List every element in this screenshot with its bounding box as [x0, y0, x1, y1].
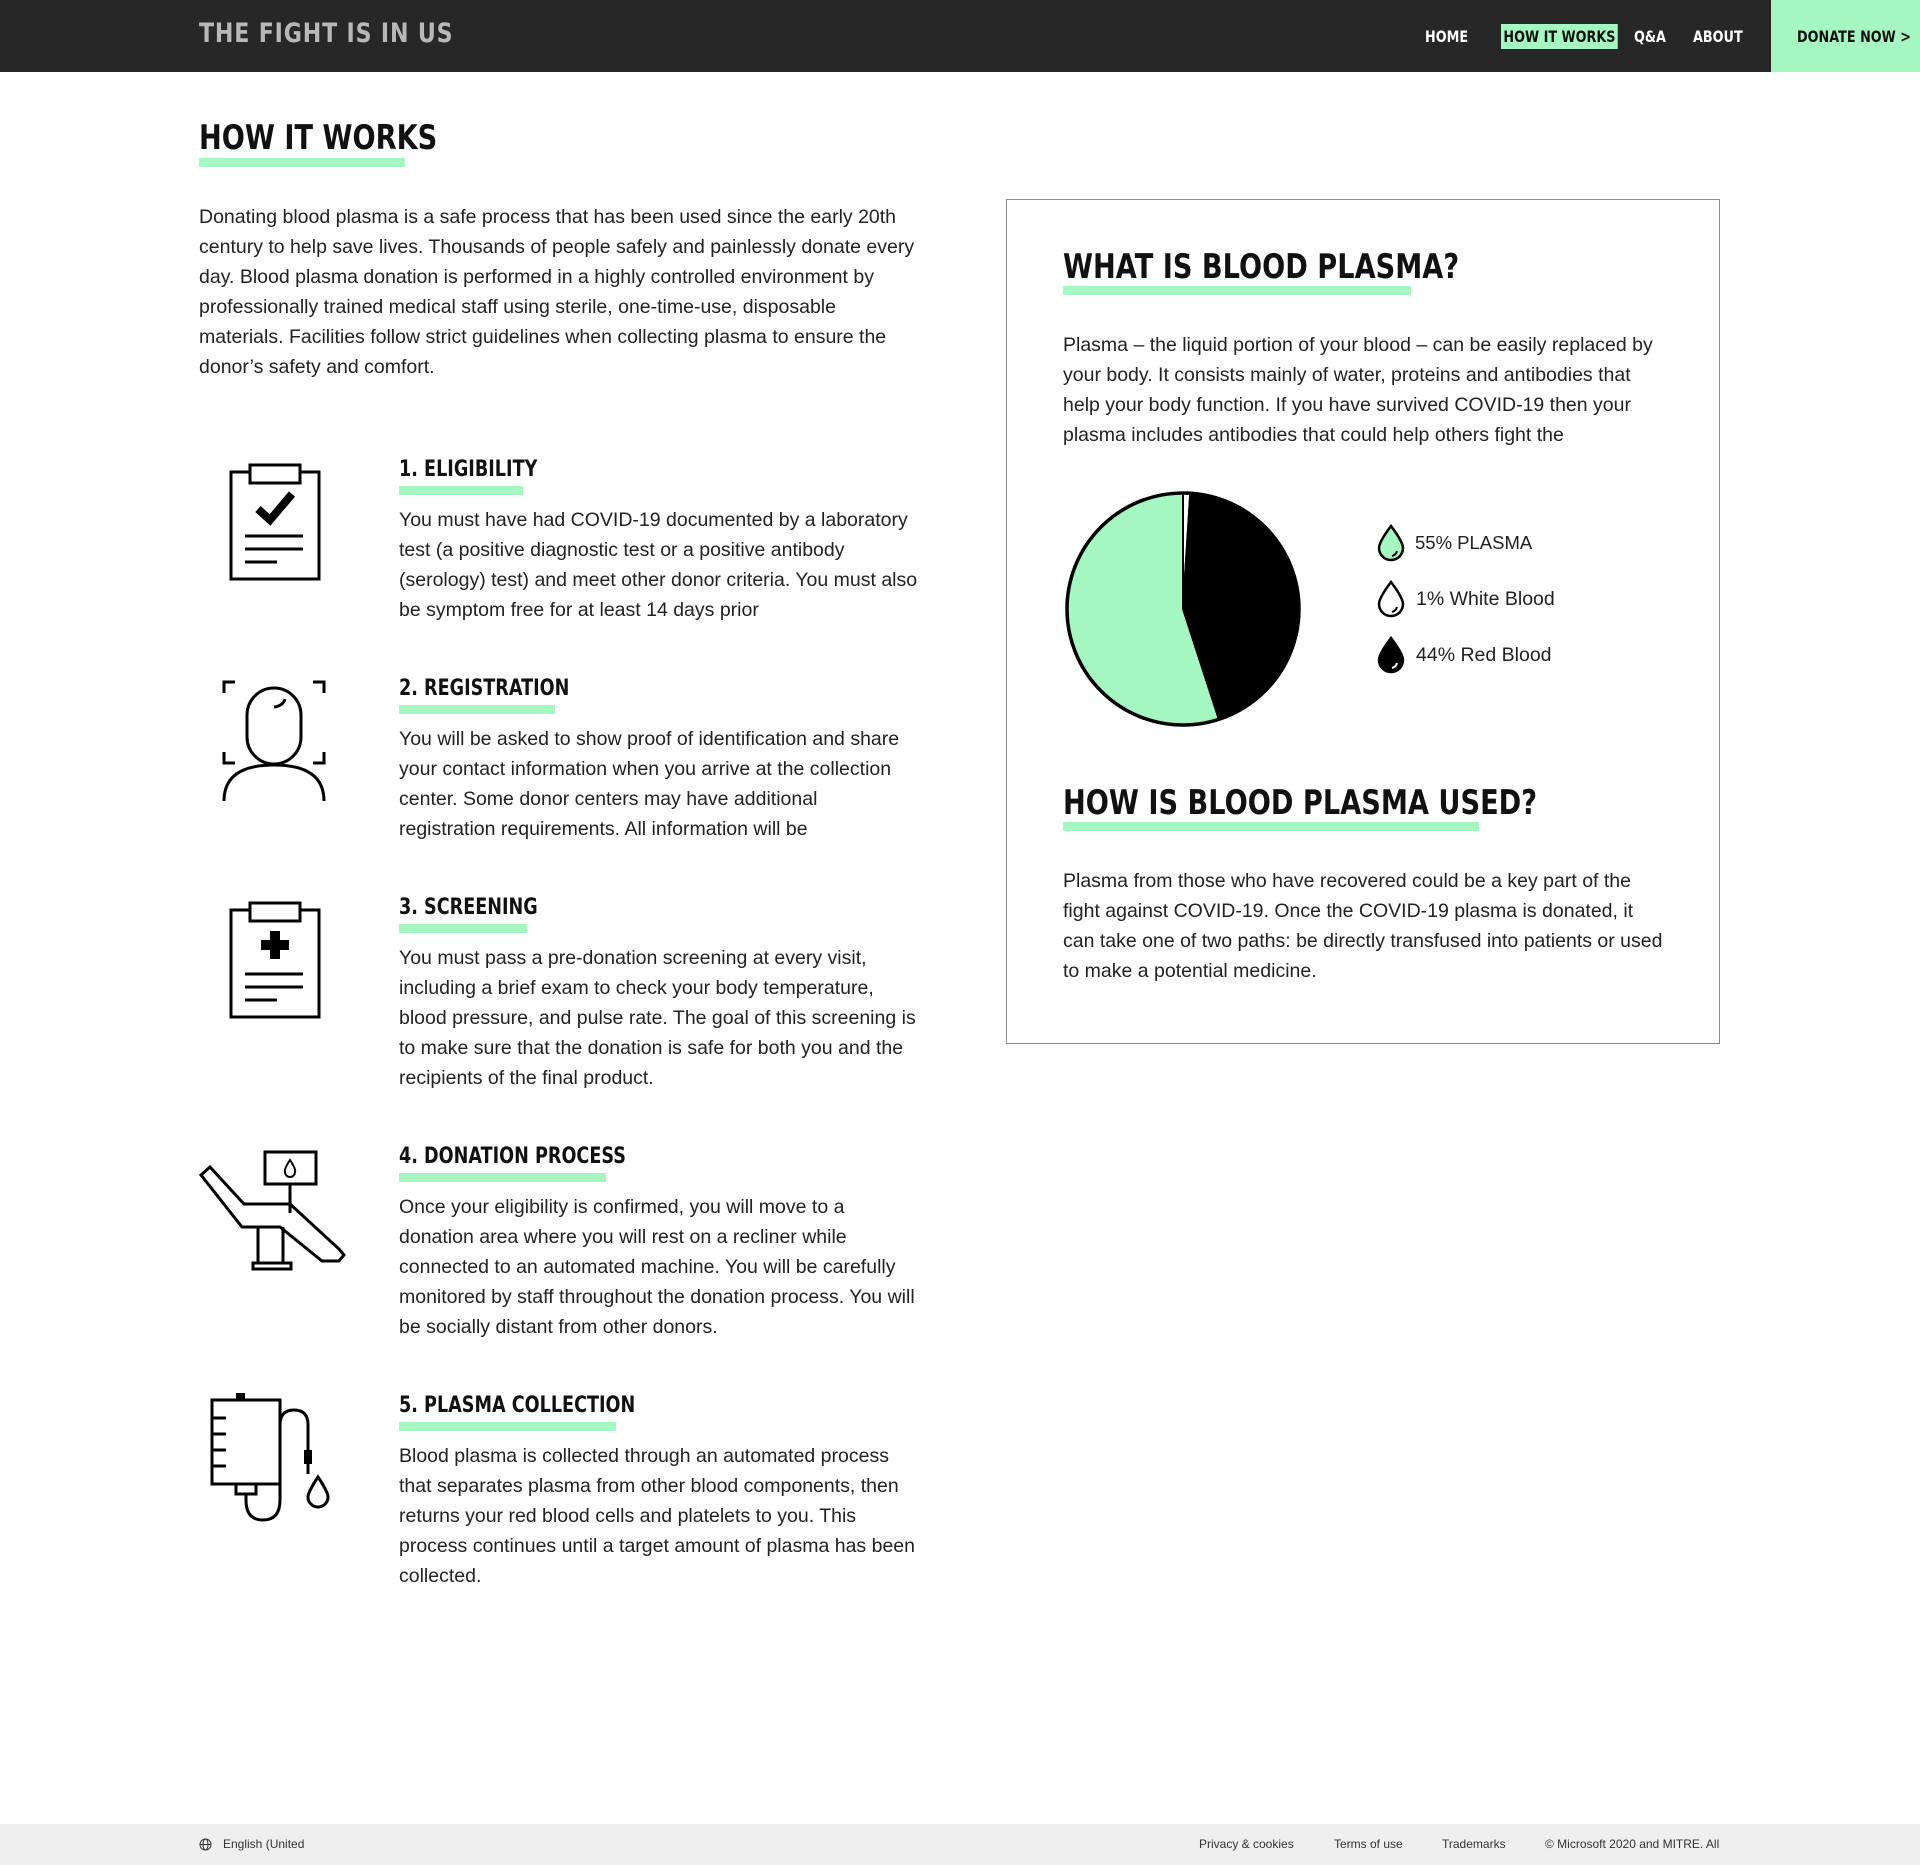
legend-item-plasma: 55% PLASMA	[1376, 524, 1532, 562]
step-underline	[399, 1422, 616, 1431]
plasma-used-title: HOW IS BLOOD PLASMA USED?	[1063, 783, 1538, 823]
plasma-paragraph: Plasma – the liquid portion of your bloo…	[1063, 334, 1653, 446]
plasma-used-underline	[1063, 822, 1479, 831]
globe-icon	[199, 1838, 212, 1856]
step-underline	[399, 705, 555, 714]
site-header: THE FIGHT IS IN US HOME HOW IT WORKS Q&A…	[0, 0, 1920, 72]
drop-black-icon	[1377, 636, 1405, 674]
legend-label-white-blood: 1% White Blood	[1416, 587, 1555, 610]
donate-now-label: DONATE NOW >	[1797, 27, 1911, 46]
site-footer: English (United Privacy & cookies Terms …	[0, 1824, 1920, 1865]
drop-green-icon	[1377, 524, 1405, 562]
legend-label-plasma: 55% PLASMA	[1415, 532, 1533, 553]
plasma-used-paragraph: Plasma from those who have recovered cou…	[1063, 870, 1663, 982]
step-text-donation-process: Once your eligibility is confirmed, you …	[399, 1196, 915, 1338]
step-text-eligibility: You must have had COVID-19 documented by…	[399, 509, 918, 621]
terms-link[interactable]: Terms of use	[1334, 1837, 1403, 1851]
legend-item-red-blood: 44% Red Blood	[1376, 636, 1552, 674]
nav-home[interactable]: HOME	[1425, 27, 1468, 46]
face-scan-icon	[221, 679, 327, 808]
language-selector[interactable]: English (United	[223, 1837, 304, 1851]
page-title: HOW IT WORKS	[199, 118, 438, 158]
trademarks-link[interactable]: Trademarks	[1442, 1837, 1506, 1851]
step-underline	[399, 486, 523, 495]
donate-now-button[interactable]: DONATE NOW >	[1771, 0, 1920, 72]
step-text-plasma-collection: Blood plasma is collected through an aut…	[399, 1445, 915, 1587]
blood-composition-pie-chart	[1065, 491, 1301, 727]
step-text-screening: You must pass a pre-donation screening a…	[399, 947, 916, 1089]
plasma-title-underline	[1063, 286, 1411, 295]
clipboard-check-icon	[228, 462, 323, 589]
step-text-registration: You will be asked to show proof of ident…	[399, 728, 900, 840]
drop-white-icon	[1377, 580, 1405, 618]
legend-item-white-blood: 1% White Blood	[1376, 580, 1555, 618]
step-underline	[399, 1173, 606, 1182]
site-brand[interactable]: THE FIGHT IS IN US	[199, 18, 453, 49]
nav-about[interactable]: ABOUT	[1693, 27, 1743, 46]
nav-qa[interactable]: Q&A	[1634, 27, 1666, 46]
intro-paragraph: Donating blood plasma is a safe process …	[199, 206, 915, 378]
step-title-registration: 2. REGISTRATION	[399, 676, 570, 701]
privacy-link[interactable]: Privacy & cookies	[1199, 1837, 1294, 1851]
legend-label-red-blood: 44% Red Blood	[1416, 643, 1552, 666]
step-title-screening: 3. SCREENING	[399, 895, 538, 920]
step-title-plasma-collection: 5. PLASMA COLLECTION	[399, 1393, 636, 1418]
step-underline	[399, 924, 527, 933]
donation-chair-icon	[198, 1149, 352, 1278]
plasma-title: WHAT IS BLOOD PLASMA?	[1063, 247, 1460, 287]
step-title-eligibility: 1. ELIGIBILITY	[399, 457, 538, 482]
page-title-underline	[199, 158, 405, 167]
step-title-donation-process: 4. DONATION PROCESS	[399, 1144, 626, 1169]
plasma-bag-icon	[208, 1390, 336, 1529]
copyright-text: © Microsoft 2020 and MITRE. All	[1545, 1837, 1720, 1851]
nav-how-it-works[interactable]: HOW IT WORKS	[1501, 24, 1618, 49]
clipboard-medical-icon	[228, 900, 323, 1027]
